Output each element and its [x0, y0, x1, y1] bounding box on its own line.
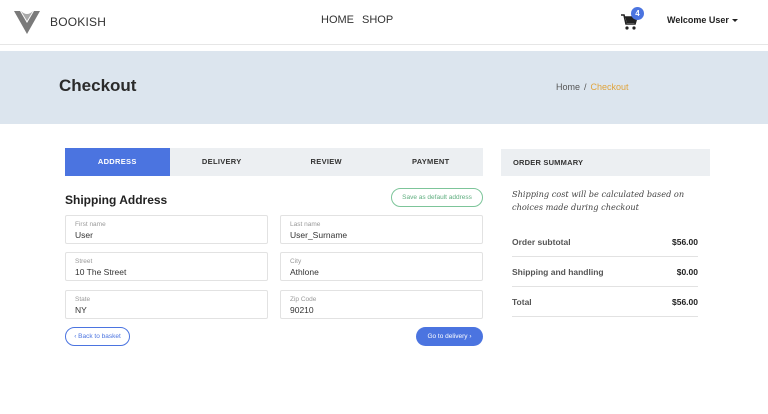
summary-row-total: Total $56.00	[512, 287, 698, 317]
shipping-cost-note: Shipping cost will be calculated based o…	[512, 189, 685, 212]
user-menu-label: Welcome User	[667, 15, 729, 25]
breadcrumb: Home / Checkout	[556, 82, 629, 92]
tab-review[interactable]: REVIEW	[274, 148, 379, 176]
field-value[interactable]: NY	[75, 305, 87, 315]
cart-count-badge: 4	[631, 7, 644, 20]
field-value[interactable]: 90210	[290, 305, 314, 315]
brand[interactable]: BOOKISH	[12, 8, 106, 36]
summary-row-label: Order subtotal	[512, 236, 571, 247]
page-header: Checkout Home / Checkout	[0, 51, 768, 124]
field-value[interactable]: 10 The Street	[75, 267, 126, 277]
go-to-delivery-button[interactable]: Go to delivery ›	[416, 327, 483, 346]
summary-row-subtotal: Order subtotal $56.00	[512, 227, 698, 257]
logo-icon	[14, 11, 40, 34]
save-default-address-button[interactable]: Save as default address	[391, 188, 483, 207]
field-value[interactable]: User_Surname	[290, 230, 347, 240]
page-title: Checkout	[59, 76, 137, 95]
field-value[interactable]: Athlone	[290, 267, 319, 277]
summary-row-shipping: Shipping and handling $0.00	[512, 257, 698, 287]
main-nav: HOME SHOP	[321, 14, 393, 26]
summary-row-value: $0.00	[676, 266, 698, 277]
field-label: Zip Code	[290, 296, 317, 303]
last-name-field[interactable]: Last name User_Surname	[280, 215, 483, 244]
city-field[interactable]: City Athlone	[280, 252, 483, 281]
breadcrumb-current: Checkout	[590, 82, 629, 92]
shipping-address-title: Shipping Address	[65, 193, 168, 207]
tab-address[interactable]: ADDRESS	[65, 148, 170, 176]
nav-home-link[interactable]: HOME	[321, 14, 354, 26]
breadcrumb-home[interactable]: Home	[556, 82, 580, 92]
tab-delivery[interactable]: DELIVERY	[170, 148, 275, 176]
navbar: BOOKISH HOME SHOP 4 Welcome User	[0, 0, 768, 45]
state-field[interactable]: State NY	[65, 290, 268, 319]
summary-row-label: Total	[512, 296, 532, 307]
summary-row-label: Shipping and handling	[512, 266, 604, 277]
nav-shop-link[interactable]: SHOP	[362, 14, 393, 26]
field-label: First name	[75, 221, 106, 228]
first-name-field[interactable]: First name User	[65, 215, 268, 244]
field-label: State	[75, 296, 91, 303]
tab-payment[interactable]: PAYMENT	[379, 148, 484, 176]
field-value[interactable]: User	[75, 230, 93, 240]
zip-code-field[interactable]: Zip Code 90210	[280, 290, 483, 319]
field-label: Street	[75, 258, 93, 265]
checkout-steps: ADDRESS DELIVERY REVIEW PAYMENT	[65, 148, 483, 176]
brand-name: BOOKISH	[50, 15, 107, 29]
order-summary-title: ORDER SUMMARY	[501, 149, 710, 176]
field-label: City	[290, 258, 302, 265]
caret-down-icon	[731, 18, 738, 22]
street-field[interactable]: Street 10 The Street	[65, 252, 268, 281]
user-menu[interactable]: Welcome User	[667, 15, 738, 25]
back-to-basket-button[interactable]: ‹ Back to basket	[65, 327, 130, 346]
field-label: Last name	[290, 221, 321, 228]
breadcrumb-separator: /	[584, 82, 587, 92]
summary-row-value: $56.00	[672, 296, 698, 307]
summary-row-value: $56.00	[672, 236, 698, 247]
